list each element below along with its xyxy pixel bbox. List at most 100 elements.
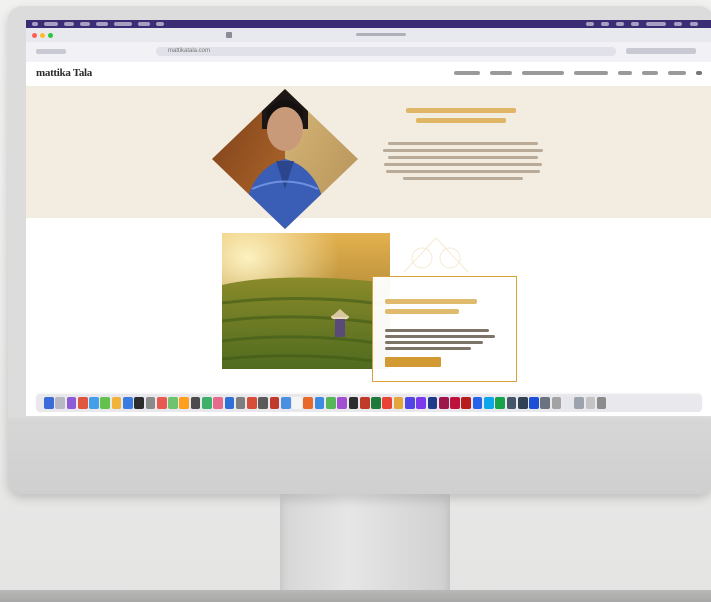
menu-item[interactable] [80,22,90,26]
clock [646,22,666,26]
hero-section [26,86,711,229]
dock-app-icon[interactable] [540,397,551,409]
macos-dock [36,394,702,412]
dock-app-icon[interactable] [596,397,607,409]
site-header: mattika Tala [26,62,711,87]
tea-plantation-photo [222,233,390,369]
dock-app-icon[interactable] [100,397,111,409]
dock-app-icon[interactable] [438,397,449,409]
dock-app-icon[interactable] [348,397,359,409]
close-window-icon[interactable] [32,33,37,38]
dock-app-icon[interactable] [179,397,190,409]
tab-title[interactable] [356,33,406,36]
dock-app-icon[interactable] [562,397,573,409]
tab-icon[interactable] [226,32,232,38]
nav-item[interactable] [642,71,658,75]
nav-item[interactable] [574,71,608,75]
dock-app-icon[interactable] [337,397,347,409]
site-nav [454,71,702,75]
dock-app-icon[interactable] [213,397,223,409]
dock-app-icon[interactable] [427,397,438,409]
dock-app-icon[interactable] [89,397,99,409]
dock-app-icon[interactable] [326,397,336,409]
dock-app-icon[interactable] [585,397,596,409]
dock-app-icon[interactable] [190,397,201,409]
card-title [385,299,505,314]
status-icon[interactable] [616,22,624,26]
dock-app-icon[interactable] [472,397,483,409]
dock-app-icon[interactable] [224,397,235,409]
dock-app-icon[interactable] [201,397,212,409]
dock-app-icon[interactable] [247,397,257,409]
dock-app-icon[interactable] [134,397,144,409]
site-logo[interactable]: mattika Tala [36,67,92,79]
dock-app-icon[interactable] [280,397,291,409]
dock-app-icon[interactable] [382,397,393,409]
menu-item[interactable] [64,22,74,26]
dock-app-icon[interactable] [517,397,528,409]
dock-app-icon[interactable] [235,397,246,409]
browser-window: mattikatala.com [26,28,711,63]
address-bar[interactable]: mattikatala.com [156,47,616,56]
nav-item[interactable] [522,71,564,75]
dock-app-icon[interactable] [506,397,517,409]
dock-app-icon[interactable] [145,397,156,409]
hero-title [386,108,536,123]
status-icon[interactable] [601,22,609,26]
maximize-window-icon[interactable] [48,33,53,38]
decorative-outline [403,237,469,273]
dock-app-icon[interactable] [156,397,167,409]
dock-app-icon[interactable] [359,397,370,409]
dock-app-icon[interactable] [495,397,505,409]
dock-app-icon[interactable] [450,397,460,409]
status-icon[interactable] [690,22,698,26]
dock-app-icon[interactable] [111,397,122,409]
imac-monitor: mattikatala.com mattika Tala [8,6,711,494]
dock-app-icon[interactable] [314,397,325,409]
dock-app-icon[interactable] [551,397,562,409]
address-row: mattikatala.com [26,42,711,62]
browser-toolbar-icons[interactable] [626,48,696,54]
dock-app-icon[interactable] [258,397,269,409]
apple-menu-icon[interactable] [32,22,38,26]
dock-app-icon[interactable] [574,397,584,409]
dock-app-icon[interactable] [44,397,54,409]
portrait-image [212,89,358,229]
menu-item[interactable] [156,22,164,26]
minimize-window-icon[interactable] [40,33,45,38]
dock-app-icon[interactable] [371,397,381,409]
menu-item[interactable] [96,22,108,26]
dock-app-icon[interactable] [483,397,494,409]
dock-app-icon[interactable] [461,397,472,409]
dock-app-icon[interactable] [405,397,415,409]
nav-item[interactable] [454,71,480,75]
dock-app-icon[interactable] [66,397,77,409]
scene: mattikatala.com mattika Tala [0,0,711,602]
dock-app-icon[interactable] [303,397,314,409]
dock-app-icon[interactable] [168,397,178,409]
dock-app-icon[interactable] [292,397,302,409]
browser-tab-strip [26,28,711,42]
status-icon[interactable] [631,22,639,26]
dock-app-icon[interactable] [529,397,539,409]
address-text: mattikatala.com [168,48,211,54]
nav-item[interactable] [668,71,686,75]
navigation-buttons[interactable] [36,49,66,54]
monitor-stand [280,494,450,596]
nav-item[interactable] [618,71,632,75]
monitor-chin [8,418,711,494]
menu-item[interactable] [138,22,150,26]
search-icon[interactable] [696,71,702,75]
card-button[interactable] [385,357,441,367]
menu-item[interactable] [114,22,132,26]
status-icon[interactable] [586,22,594,26]
dock-app-icon[interactable] [416,397,426,409]
status-icon[interactable] [674,22,682,26]
dock-app-icon[interactable] [393,397,404,409]
menu-item[interactable] [44,22,58,26]
nav-item[interactable] [490,71,512,75]
dock-app-icon[interactable] [269,397,280,409]
dock-app-icon[interactable] [122,397,133,409]
dock-app-icon[interactable] [77,397,88,409]
dock-app-icon[interactable] [55,397,65,409]
